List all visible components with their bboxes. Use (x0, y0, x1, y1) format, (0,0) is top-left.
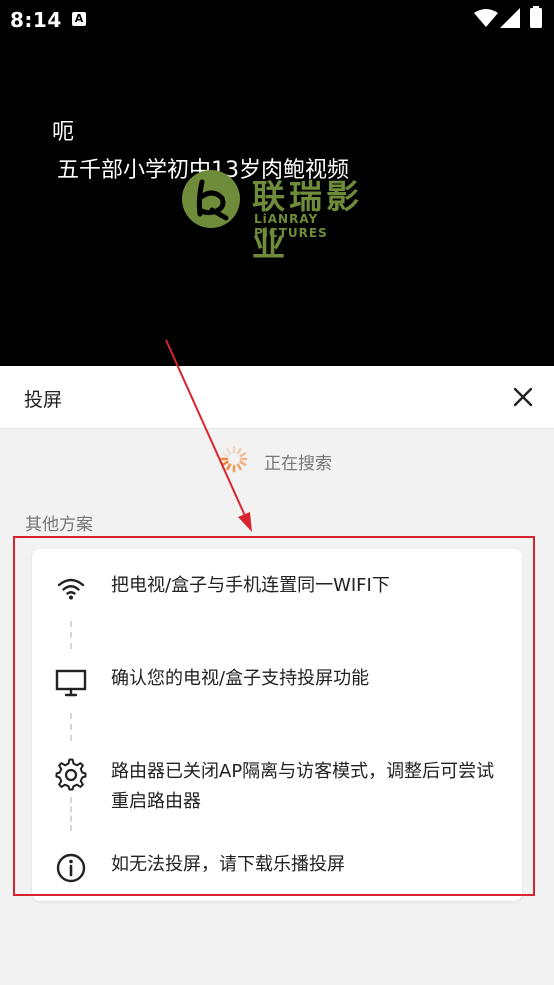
video-caption-line1: 呃 (52, 120, 75, 145)
watermark-text-en: LiANRAY PiCTURES (254, 212, 328, 240)
wifi-signal-icon (474, 9, 498, 27)
logo-mark-icon (182, 170, 240, 228)
status-bar: 8:14 A (0, 0, 554, 40)
close-icon[interactable] (508, 382, 538, 412)
notification-icon: A (72, 12, 86, 26)
sheet-title: 投屏 (24, 389, 63, 411)
searching-label: 正在搜索 (264, 454, 332, 474)
annotation-highlight-box (13, 536, 535, 896)
watermark-logo: 联瑞影业 LiANRAY PiCTURES (182, 168, 382, 264)
cell-signal-icon (500, 8, 520, 28)
cast-sheet-header: 投屏 (0, 366, 554, 429)
loading-spinner-icon (220, 445, 248, 473)
battery-icon (530, 6, 542, 28)
other-solutions-title: 其他方案 (25, 515, 93, 535)
status-time: 8:14 (10, 8, 62, 32)
video-player[interactable]: 8:14 A 呃 五千部小学初中13岁肉鲍视频 联瑞影业 LiANRAY PiC… (0, 0, 554, 366)
